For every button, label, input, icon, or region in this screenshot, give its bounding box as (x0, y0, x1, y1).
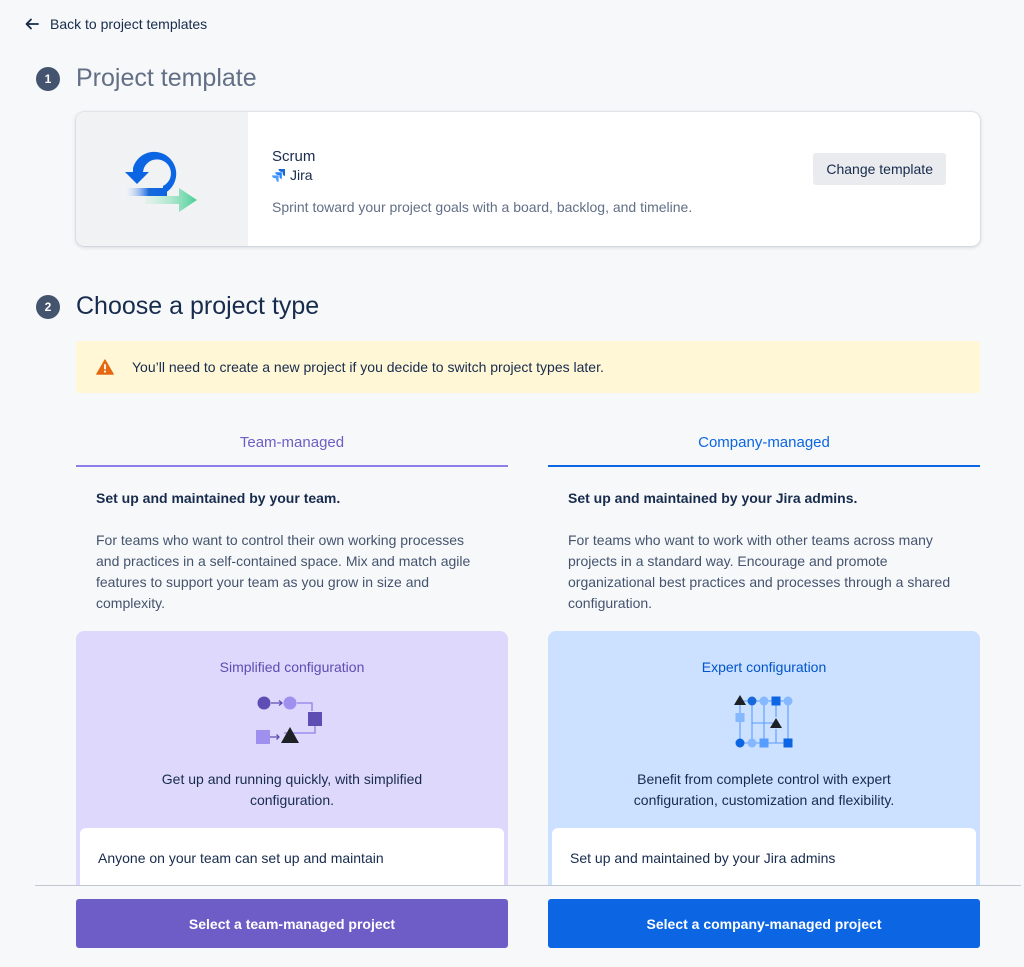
company-managed-subtitle: Set up and maintained by your Jira admin… (568, 490, 858, 506)
team-managed-column: Team-managed Set up and maintained by yo… (76, 420, 508, 614)
warning-banner: You’ll need to create a new project if y… (76, 341, 980, 393)
scrum-illustration (76, 112, 248, 246)
config-title: Expert configuration (701, 659, 827, 675)
tab-team-managed[interactable]: Team-managed (76, 420, 508, 467)
warning-text: You’ll need to create a new project if y… (132, 359, 604, 375)
simplified-workflow-icon (256, 696, 322, 744)
expert-configuration-card: Expert configuration Benefit from comple… (548, 631, 980, 901)
back-to-templates-link[interactable]: Back to project templates (24, 16, 207, 32)
scrum-cycle-icon (125, 151, 197, 212)
template-product-label: Jira (290, 167, 313, 183)
template-description: Sprint toward your project goals with a … (272, 199, 693, 215)
step-title: Choose a project type (76, 292, 320, 320)
step-1-heading: 1 Project template (36, 64, 257, 93)
step-title: Project template (76, 64, 257, 92)
config-description: Get up and running quickly, with simplif… (161, 771, 423, 808)
select-team-managed-button[interactable]: Select a team-managed project (76, 899, 508, 948)
step-2-heading: 2 Choose a project type (36, 292, 319, 321)
team-managed-subtitle: Set up and maintained by your team. (96, 490, 341, 506)
company-managed-description: For teams who want to work with other te… (568, 532, 951, 611)
detail-text: Anyone on your team can set up and maint… (98, 850, 384, 866)
footer-divider (35, 885, 1021, 886)
config-description: Benefit from complete control with exper… (633, 771, 895, 808)
team-managed-description: For teams who want to control their own … (96, 532, 471, 611)
select-company-managed-button[interactable]: Select a company-managed project (548, 899, 980, 948)
step-number: 1 (36, 66, 60, 91)
step-number: 2 (36, 294, 60, 319)
company-managed-column: Company-managed Set up and maintained by… (548, 420, 980, 614)
arrow-left-icon (25, 18, 39, 30)
expert-workflow-icon (734, 695, 793, 748)
detail-text: Set up and maintained by your Jira admin… (570, 850, 836, 866)
config-title: Simplified configuration (219, 659, 365, 675)
warning-icon (96, 359, 114, 375)
change-template-button[interactable]: Change template (813, 153, 946, 185)
template-card: Scrum Jira Sprint toward your project go… (76, 112, 980, 246)
tab-company-managed[interactable]: Company-managed (548, 420, 980, 467)
jira-logo-icon (272, 169, 285, 182)
simplified-configuration-card: Simplified configuration Get up and runn… (76, 631, 508, 901)
back-link-label: Back to project templates (50, 16, 208, 32)
